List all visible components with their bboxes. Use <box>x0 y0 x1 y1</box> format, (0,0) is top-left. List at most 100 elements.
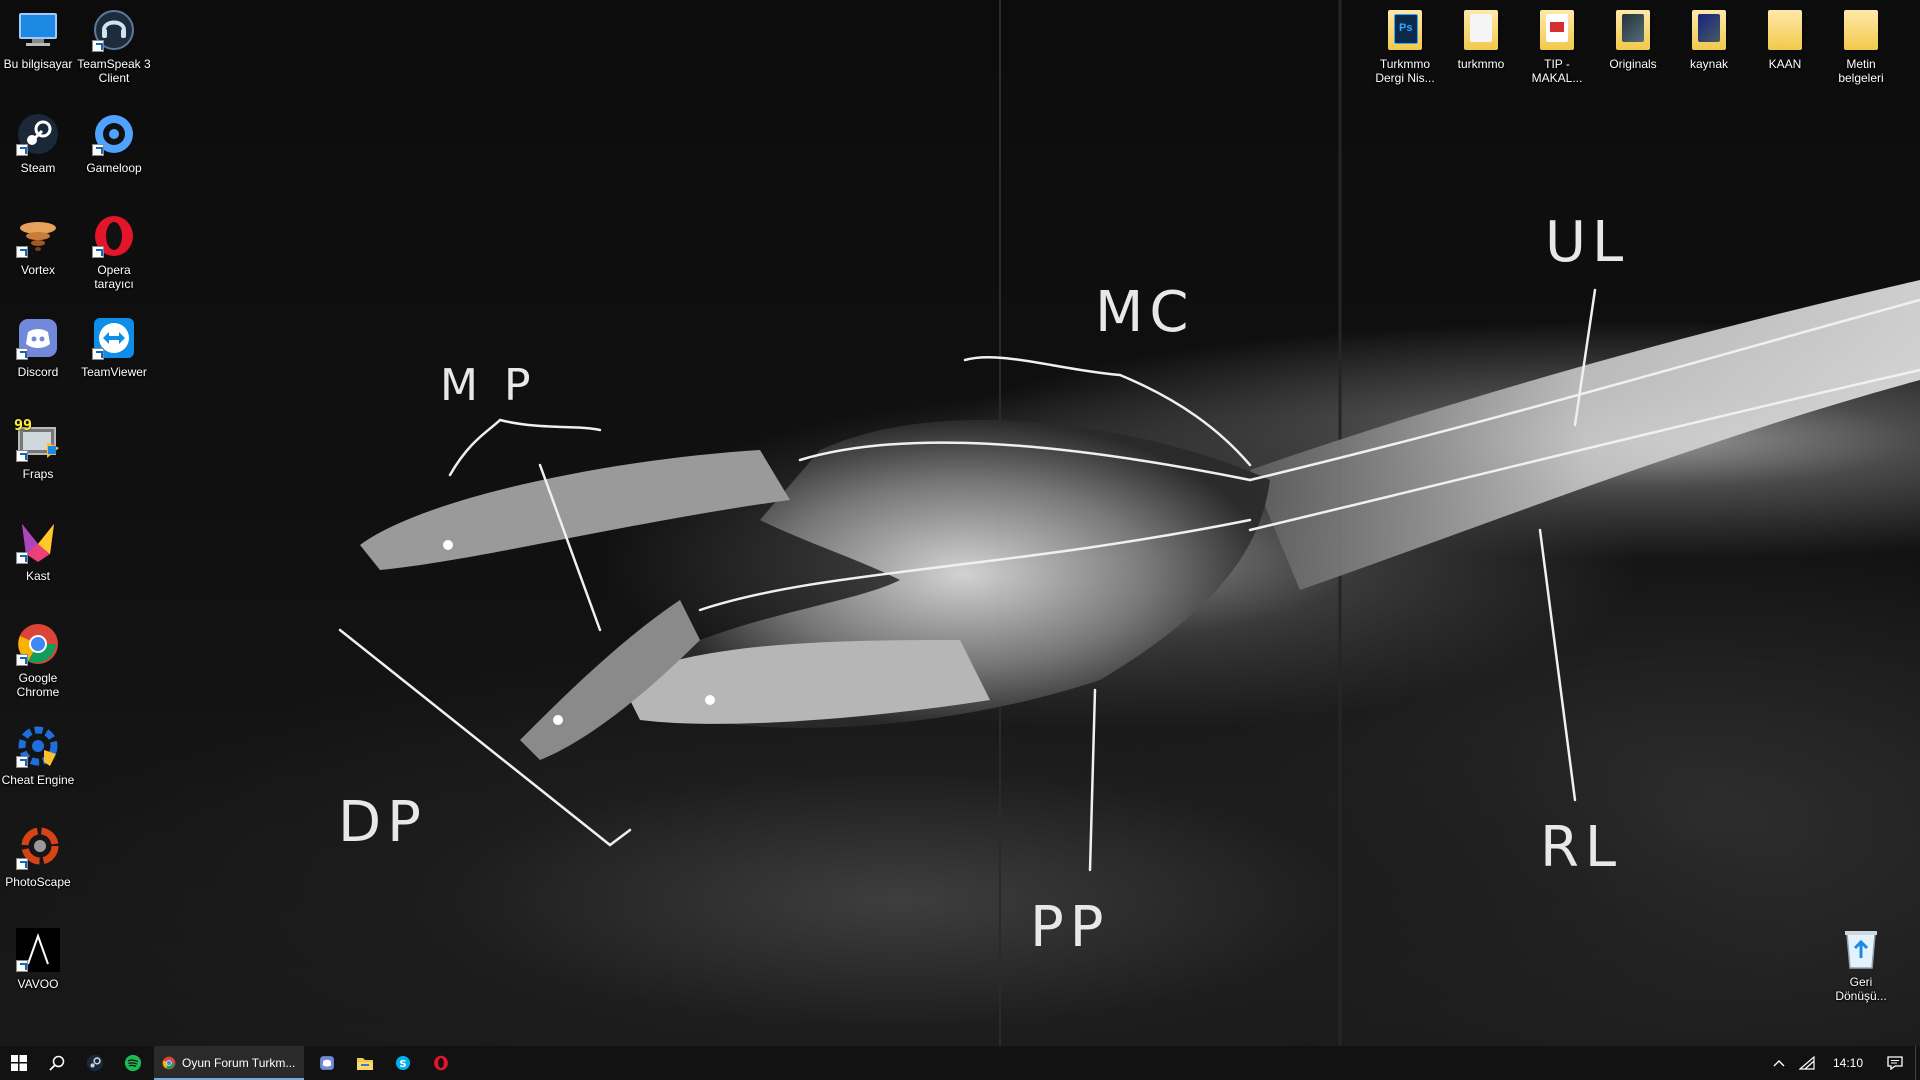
chrome-icon <box>162 1056 176 1070</box>
computer-icon <box>14 6 62 54</box>
chrome-icon <box>14 620 62 668</box>
wallpaper <box>338 0 1920 1046</box>
desktop-icon-recycle-bin[interactable]: Geri Dönüşü... <box>1824 924 1898 1003</box>
desktop-folder-kaynak[interactable]: kaynak <box>1672 6 1746 71</box>
spotify-icon <box>124 1054 142 1072</box>
shortcut-arrow-icon <box>16 348 28 360</box>
shortcut-arrow-icon <box>16 858 28 870</box>
desktop[interactable]: M P MC UL DP PP RL Bu bilgisayar TeamSpe… <box>0 0 1920 1046</box>
wallpaper-label-pp: PP <box>1030 895 1110 960</box>
gameloop-icon <box>90 110 138 158</box>
desktop-folder-kaan[interactable]: KAAN <box>1748 6 1822 71</box>
desktop-icon-vavoo[interactable]: VAVOO <box>1 926 75 991</box>
teamspeak-icon <box>90 6 138 54</box>
desktop-icon-label: Geri Dönüşü... <box>1835 975 1887 1003</box>
steam-icon <box>14 110 62 158</box>
svg-text:S: S <box>399 1059 406 1070</box>
taskbar-steam-button[interactable] <box>76 1046 114 1080</box>
folder-icon <box>1761 6 1809 54</box>
network-button[interactable] <box>1793 1046 1821 1080</box>
discord-icon <box>14 314 62 362</box>
system-tray: 14:10 <box>1765 1046 1920 1080</box>
photoscape-icon <box>14 824 62 872</box>
desktop-icon-label: Vortex <box>20 263 56 277</box>
desktop-icon-label: VAVOO <box>17 977 59 991</box>
shortcut-arrow-icon <box>16 246 28 258</box>
desktop-icon-label: TeamSpeak 3 Client <box>77 57 151 85</box>
desktop-folder-originals[interactable]: Originals <box>1596 6 1670 71</box>
desktop-icon-vortex[interactable]: Vortex <box>1 212 75 277</box>
shortcut-arrow-icon <box>16 756 28 768</box>
taskbar-opera-button[interactable] <box>422 1046 460 1080</box>
desktop-icon-label: TIP - MAKAL... <box>1531 57 1583 85</box>
desktop-icon-cheat-engine[interactable]: Cheat Engine <box>1 722 75 787</box>
desktop-icon-google-chrome[interactable]: Google Chrome <box>1 620 75 699</box>
taskbar: Oyun Forum Turkm... S 14:10 <box>0 1046 1920 1080</box>
fraps-badge: 99 <box>14 416 33 434</box>
show-hidden-icons-button[interactable] <box>1765 1046 1793 1080</box>
shortcut-arrow-icon <box>16 450 28 462</box>
taskbar-discord-button[interactable] <box>308 1046 346 1080</box>
desktop-icon-discord[interactable]: Discord <box>1 314 75 379</box>
desktop-icon-gameloop[interactable]: Gameloop <box>77 110 151 175</box>
folder-images-icon <box>1685 6 1733 54</box>
desktop-icon-label: kaynak <box>1689 57 1729 71</box>
show-desktop-button[interactable] <box>1915 1046 1920 1080</box>
wallpaper-label-mp: M P <box>440 360 537 411</box>
desktop-folder-tip-makal[interactable]: TIP - MAKAL... <box>1520 6 1594 85</box>
search-button[interactable] <box>38 1046 76 1080</box>
taskbar-spotify-button[interactable] <box>114 1046 152 1080</box>
discord-icon <box>320 1056 334 1070</box>
shortcut-arrow-icon <box>16 654 28 666</box>
folder-pdf-icon <box>1533 6 1581 54</box>
desktop-icon-label: Steam <box>20 161 56 175</box>
desktop-icon-kast[interactable]: Kast <box>1 518 75 583</box>
kast-icon <box>14 518 62 566</box>
notification-icon <box>1887 1056 1903 1070</box>
desktop-icon-fraps[interactable]: 99 Fraps <box>1 416 75 481</box>
fraps-icon: 99 <box>14 416 62 464</box>
action-center-button[interactable] <box>1875 1046 1915 1080</box>
taskbar-chrome-window[interactable]: Oyun Forum Turkm... <box>154 1046 304 1080</box>
desktop-icon-label: TeamViewer <box>81 365 147 379</box>
desktop-icon-label: Opera tarayıcı <box>94 263 134 291</box>
shortcut-arrow-icon <box>16 960 28 972</box>
chevron-up-icon <box>1773 1060 1785 1067</box>
desktop-icon-steam[interactable]: Steam <box>1 110 75 175</box>
desktop-icon-label: Originals <box>1609 57 1657 71</box>
folder-icon <box>1837 6 1885 54</box>
vavoo-icon <box>14 926 62 974</box>
desktop-icon-teamviewer[interactable]: TeamViewer <box>77 314 151 379</box>
start-icon <box>11 1055 27 1071</box>
desktop-icon-opera[interactable]: Opera tarayıcı <box>77 212 151 291</box>
desktop-folder-turkmmo[interactable]: turkmmo <box>1444 6 1518 71</box>
folder-images-icon <box>1609 6 1657 54</box>
desktop-icon-teamspeak[interactable]: TeamSpeak 3 Client <box>77 6 151 85</box>
network-icon <box>1798 1056 1815 1070</box>
desktop-icon-this-pc[interactable]: Bu bilgisayar <box>1 6 75 71</box>
desktop-icon-label: Turkmmo Dergi Nis... <box>1375 57 1435 85</box>
taskbar-file-explorer-button[interactable] <box>346 1046 384 1080</box>
wallpaper-label-mc: MC <box>1095 280 1195 345</box>
desktop-icon-photoscape[interactable]: PhotoScape <box>1 824 75 889</box>
skype-icon: S <box>396 1056 410 1070</box>
desktop-folder-turkmmo-dergi[interactable]: Ps Turkmmo Dergi Nis... <box>1368 6 1442 85</box>
recycle-bin-icon <box>1837 924 1885 972</box>
taskbar-skype-button[interactable]: S <box>384 1046 422 1080</box>
desktop-folder-metin-belgeleri[interactable]: Metin belgeleri <box>1824 6 1898 85</box>
file-explorer-icon <box>357 1058 373 1070</box>
shortcut-arrow-icon <box>92 348 104 360</box>
folder-icon <box>1457 6 1505 54</box>
desktop-icon-label: Kast <box>25 569 50 583</box>
search-icon <box>49 1055 65 1071</box>
start-button[interactable] <box>0 1046 38 1080</box>
shortcut-arrow-icon <box>92 144 104 156</box>
clock[interactable]: 14:10 <box>1821 1056 1875 1070</box>
desktop-icon-label: Gameloop <box>86 161 142 175</box>
desktop-icon-label: turkmmo <box>1457 57 1505 71</box>
desktop-icon-label: Google Chrome <box>16 671 60 699</box>
desktop-icon-label: PhotoScape <box>5 875 71 889</box>
vortex-icon <box>14 212 62 260</box>
wallpaper-label-rl: RL <box>1540 815 1623 880</box>
wallpaper-label-dp: DP <box>338 790 427 855</box>
